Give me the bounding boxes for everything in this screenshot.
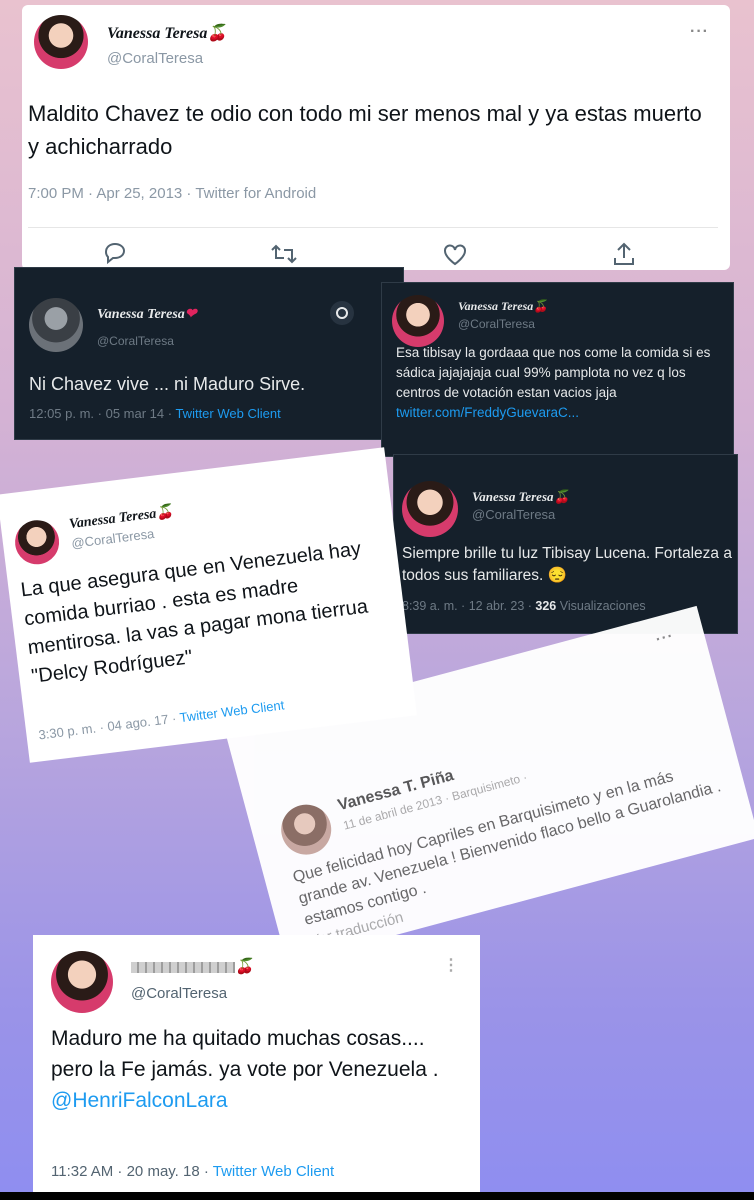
grok-icon[interactable] <box>329 300 355 326</box>
avatar[interactable] <box>34 15 88 69</box>
avatar[interactable] <box>392 295 444 347</box>
tweet-text: Siempre brille tu luz Tibisay Lucena. Fo… <box>402 545 732 584</box>
handle[interactable]: @CoralTeresa <box>472 507 555 522</box>
redacted-name <box>131 962 235 974</box>
cherry-emoji: 🍒 <box>235 959 254 975</box>
tweet-text: Maldito Chavez te odio con todo mi ser m… <box>28 101 702 159</box>
handle[interactable]: @CoralTeresa <box>458 317 535 331</box>
cherry-emoji: 🍒 <box>553 489 570 504</box>
tweet-card-4[interactable]: Vanessa Teresa🍒 @CoralTeresa Siempre bri… <box>393 454 738 634</box>
share-icon[interactable] <box>612 241 636 267</box>
tweet-text: La que asegura que en Venezuela hay comi… <box>19 537 370 688</box>
like-icon[interactable] <box>442 243 468 267</box>
tweet-timestamp[interactable]: 8:39 a. m. · 12 abr. 23 · 326 Visualizac… <box>402 599 646 613</box>
tweet-timestamp[interactable]: 11:32 AM · 20 may. 18 · Twitter Web Clie… <box>51 1163 334 1180</box>
tweet-timestamp[interactable]: 12:05 p. m. · 05 mar 14 · Twitter Web Cl… <box>29 406 281 421</box>
avatar[interactable] <box>51 951 113 1013</box>
client-link[interactable]: Twitter Web Client <box>175 406 280 421</box>
tweet-text: Ni Chavez vive ... ni Maduro Sirve. <box>29 374 306 394</box>
tweet-link[interactable]: twitter.com/FreddyGuevaraC... <box>396 405 579 420</box>
more-options-icon[interactable]: ··· <box>654 627 676 648</box>
divider <box>28 227 718 228</box>
client-link[interactable]: Twitter Web Client <box>213 1163 334 1180</box>
avatar[interactable] <box>402 481 458 537</box>
more-options-icon[interactable]: ⋮ <box>443 955 460 975</box>
reply-icon[interactable] <box>102 241 128 265</box>
display-name[interactable]: Vanessa Teresa❤ <box>97 306 197 323</box>
tweet-card-7[interactable]: 🍒 @CoralTeresa ⋮ Maduro me ha quitado mu… <box>33 935 480 1192</box>
heart-emoji: ❤ <box>184 307 197 322</box>
display-name[interactable]: Vanessa Teresa🍒 <box>472 489 570 505</box>
handle[interactable]: @CoralTeresa <box>97 334 174 348</box>
retweet-icon[interactable] <box>270 243 298 265</box>
tweet-card-2[interactable]: Vanessa Teresa❤ @CoralTeresa Ni Chavez v… <box>14 267 404 440</box>
cherry-emoji: 🍒 <box>207 25 228 42</box>
views-label: Visualizaciones <box>556 599 646 613</box>
mention-link[interactable]: @HenriFalconLara <box>51 1089 228 1112</box>
tweet-timestamp[interactable]: 7:00 PM · Apr 25, 2013 · Twitter for And… <box>28 185 316 202</box>
avatar[interactable] <box>12 517 62 567</box>
display-name[interactable]: Vanessa Teresa🍒 <box>458 299 548 314</box>
avatar[interactable] <box>29 298 83 352</box>
tweet-card-1[interactable]: Vanessa Teresa🍒 @CoralTeresa ··· Maldito… <box>22 5 730 270</box>
display-name[interactable]: Vanessa Teresa🍒 <box>68 503 175 533</box>
display-name[interactable]: 🍒 <box>131 957 254 976</box>
avatar[interactable] <box>275 798 337 861</box>
display-name[interactable]: Vanessa Teresa🍒 <box>107 23 227 43</box>
views-count: 326 <box>535 599 557 613</box>
tweet-card-3[interactable]: Vanessa Teresa🍒 @CoralTeresa Esa tibisay… <box>381 282 734 457</box>
tweet-text: Maduro me ha quitado muchas cosas.... pe… <box>51 1027 439 1112</box>
handle[interactable]: @CoralTeresa <box>107 50 203 67</box>
tweet-text: Esa tibisay la gordaaa que nos come la c… <box>396 345 711 420</box>
more-options-icon[interactable]: ··· <box>690 23 709 41</box>
cherry-emoji: 🍒 <box>533 299 549 313</box>
handle[interactable]: @CoralTeresa <box>131 985 227 1002</box>
cherry-emoji: 🍒 <box>155 504 175 522</box>
